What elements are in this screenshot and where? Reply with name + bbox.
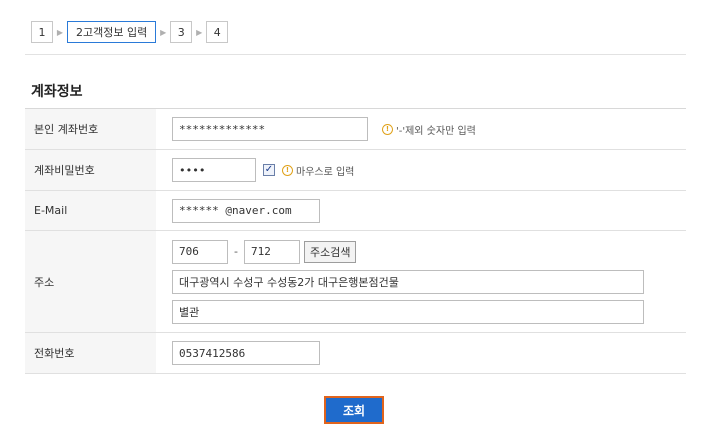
info-icon: ! — [382, 123, 393, 135]
step-arrow-icon: ▶ — [196, 27, 203, 37]
account-password-hint-text: 마우스로 입력 — [296, 166, 355, 178]
step-2-active: 2고객정보 입력 — [67, 21, 157, 43]
account-number-input[interactable]: ************* — [172, 117, 368, 141]
submit-button[interactable]: 조회 — [324, 396, 384, 424]
account-password-hint: ! 마우스로 입력 — [282, 163, 354, 178]
form-row-account-password: 계좌비밀번호 •••• ✓ ! 마우스로 입력 — [25, 149, 686, 191]
account-password-input[interactable]: •••• — [172, 158, 256, 182]
step-arrow-icon: ▶ — [160, 27, 167, 37]
account-info-form: 본인 계좌번호 ************* ! '-'제외 숫자만 입력 계좌비… — [25, 108, 686, 374]
phone-label: 전화번호 — [25, 332, 156, 374]
steps-divider — [25, 54, 686, 55]
zip-code-first-input[interactable]: 706 — [172, 239, 228, 264]
step-3-label: 3 — [177, 25, 185, 39]
form-row-email: E-Mail ****** @naver.com — [25, 190, 686, 231]
account-number-hint-text: '-'제외 숫자만 입력 — [396, 125, 476, 137]
phone-input[interactable]: 0537412586 — [172, 341, 320, 365]
account-number-label: 본인 계좌번호 — [25, 108, 156, 150]
email-input[interactable]: ****** @naver.com — [172, 198, 320, 223]
step-1: 1 — [31, 21, 53, 43]
step-4-label: 4 — [213, 25, 221, 39]
step-arrow-icon: ▶ — [56, 27, 64, 37]
zip-separator: - — [234, 245, 238, 258]
step-indicator: 1 ▶ 2고객정보 입력 ▶ 3 ▶ 4 — [31, 21, 229, 43]
address-line2-input[interactable]: 별관 — [172, 299, 644, 324]
step-2-label: 2고객정보 입력 — [76, 26, 148, 39]
form-row-account-number: 본인 계좌번호 ************* ! '-'제외 숫자만 입력 — [25, 108, 686, 150]
mouse-input-checkbox[interactable]: ✓ — [263, 164, 275, 176]
address-label: 주소 — [25, 230, 156, 333]
form-row-phone: 전화번호 0537412586 — [25, 332, 686, 374]
address-search-button[interactable]: 주소검색 — [303, 240, 357, 263]
email-label: E-Mail — [25, 190, 156, 231]
step-1-label: 1 — [38, 25, 46, 39]
form-row-address: 주소 706 - 712 주소검색 대구광역시 수성구 수성동2가 대구은행본점… — [25, 230, 686, 333]
account-password-label: 계좌비밀번호 — [25, 149, 156, 191]
info-icon: ! — [282, 164, 293, 176]
address-line1-input[interactable]: 대구광역시 수성구 수성동2가 대구은행본점건물 — [172, 269, 644, 294]
step-4: 4 — [206, 21, 229, 43]
section-title: 계좌정보 — [31, 84, 83, 100]
account-number-hint: ! '-'제외 숫자만 입력 — [382, 122, 476, 137]
zip-code-second-input[interactable]: 712 — [243, 239, 300, 264]
step-3: 3 — [170, 21, 193, 43]
